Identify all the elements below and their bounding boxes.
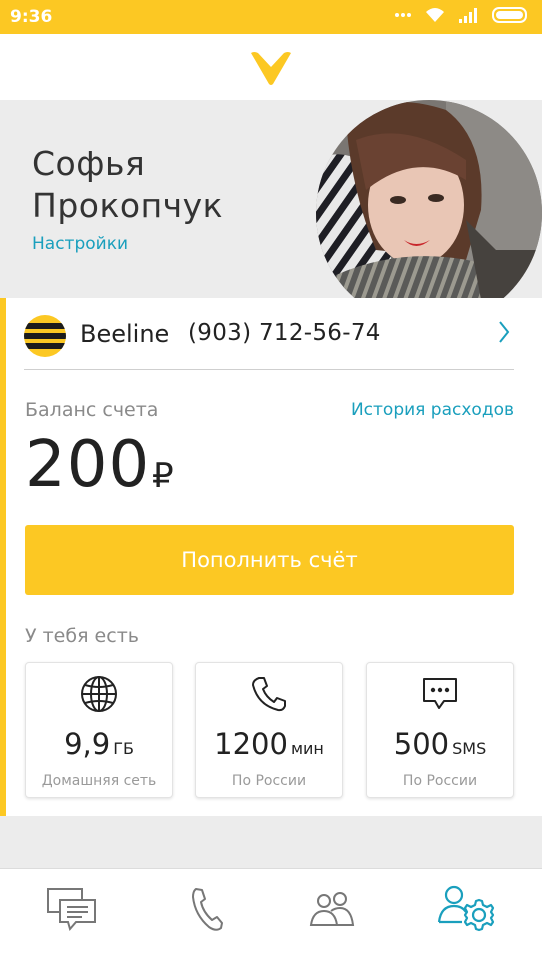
tile-unit: мин xyxy=(290,739,324,758)
currency-symbol: ₽ xyxy=(152,456,174,496)
app-header xyxy=(0,34,542,100)
tile-unit: ГБ xyxy=(113,739,134,758)
topup-button[interactable]: Пополнить счёт xyxy=(25,525,514,595)
beeline-v-logo-icon xyxy=(251,51,291,90)
accent-strip xyxy=(0,298,6,816)
first-name: Софья xyxy=(32,144,146,183)
status-icons xyxy=(394,6,530,24)
tile-value: 9,9 ГБ xyxy=(26,727,172,761)
balance-amount: 200 xyxy=(25,428,151,502)
tile-number: 9,9 xyxy=(64,727,111,761)
nav-profile-settings[interactable] xyxy=(399,869,534,953)
tile-value: 500 SMS xyxy=(367,727,513,761)
balance-label: Баланс счета xyxy=(25,399,159,421)
sms-icon xyxy=(367,675,513,713)
more-dots-icon xyxy=(394,12,412,18)
profile-name: Софья Прокопчук xyxy=(32,143,223,227)
tile-sms[interactable]: 500 SMS По России xyxy=(366,662,514,798)
nav-contacts[interactable] xyxy=(264,869,399,953)
phone-icon xyxy=(196,675,342,713)
nav-messages[interactable] xyxy=(4,869,139,953)
wifi-icon xyxy=(424,6,446,24)
have-label: У тебя есть xyxy=(25,625,139,647)
status-bar: 9:36 xyxy=(0,0,542,34)
operator-name: Beeline xyxy=(80,320,170,348)
tile-number: 1200 xyxy=(214,727,288,761)
tile-internet[interactable]: 9,9 ГБ Домашняя сеть xyxy=(25,662,173,798)
tile-number: 500 xyxy=(393,727,450,761)
tile-unit: SMS xyxy=(452,739,487,758)
messages-icon xyxy=(46,886,98,937)
operator-row[interactable]: Beeline (903) 712-56-74 xyxy=(24,312,514,370)
beeline-logo-icon xyxy=(24,315,66,362)
nav-calls[interactable] xyxy=(139,869,274,953)
chevron-right-icon[interactable] xyxy=(498,320,510,349)
signal-icon xyxy=(458,6,480,24)
last-name: Прокопчук xyxy=(32,186,224,225)
history-link[interactable]: История расходов xyxy=(351,400,514,420)
tile-minutes[interactable]: 1200 мин По России xyxy=(195,662,343,798)
globe-icon xyxy=(26,675,172,713)
account-card: Beeline (903) 712-56-74 Баланс счета Ист… xyxy=(0,298,542,816)
bottom-nav xyxy=(0,868,542,953)
content-spacer xyxy=(0,816,542,868)
battery-icon xyxy=(492,6,530,24)
profile-section: Софья Прокопчук Настройки xyxy=(0,100,542,298)
tile-value: 1200 мин xyxy=(196,727,342,761)
status-time: 9:36 xyxy=(10,7,53,27)
profile-settings-icon xyxy=(436,884,498,939)
tile-caption: Домашняя сеть xyxy=(41,773,157,789)
settings-link[interactable]: Настройки xyxy=(32,234,128,254)
tile-caption: По России xyxy=(231,773,307,789)
phone-number: (903) 712-56-74 xyxy=(188,320,381,346)
tile-caption: По России xyxy=(402,773,478,789)
phone-icon xyxy=(190,887,224,936)
avatar[interactable] xyxy=(316,100,542,298)
contacts-icon xyxy=(307,889,357,934)
